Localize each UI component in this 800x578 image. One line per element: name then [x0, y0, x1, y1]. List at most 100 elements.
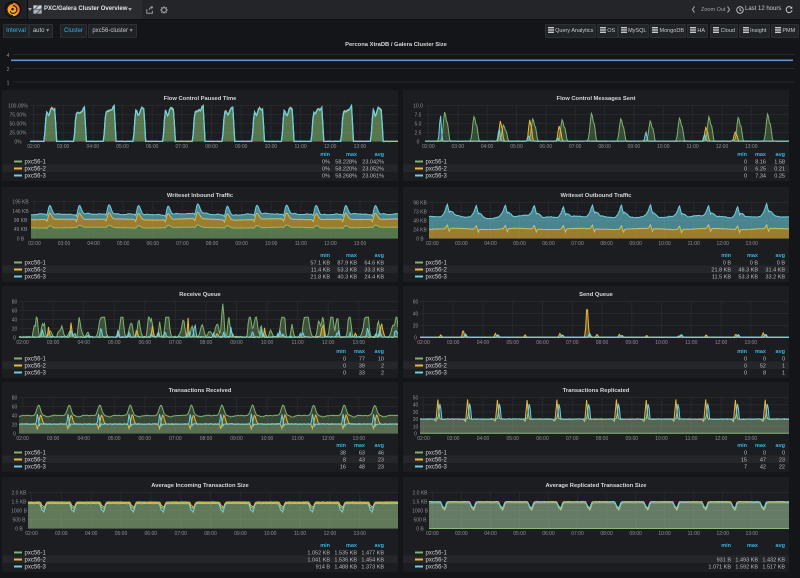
- svg-text:pxc56-1: pxc56-1: [25, 357, 47, 363]
- svg-text:avg: avg: [776, 543, 785, 549]
- svg-text:10:00: 10:00: [658, 531, 671, 537]
- svg-text:pxc56-3: pxc56-3: [25, 465, 47, 471]
- svg-text:0: 0: [417, 140, 420, 146]
- svg-text:1.454 KB: 1.454 KB: [361, 558, 384, 564]
- svg-text:52: 52: [760, 364, 766, 370]
- svg-text:03:00: 03:00: [452, 144, 465, 150]
- svg-text:09:00: 09:00: [626, 340, 639, 346]
- svg-text:1.071 KB: 1.071 KB: [708, 565, 731, 571]
- svg-text:pxc56-1: pxc56-1: [25, 160, 47, 166]
- svg-text:avg: avg: [375, 543, 384, 549]
- svg-text:max: max: [755, 152, 767, 158]
- svg-text:Writeset Inbound Traffic: Writeset Inbound Traffic: [167, 193, 234, 199]
- svg-text:60: 60: [12, 309, 18, 315]
- svg-text:02:00: 02:00: [426, 241, 439, 247]
- svg-text:07:00: 07:00: [566, 340, 579, 346]
- svg-text:48.3 KB: 48.3 KB: [738, 268, 758, 274]
- svg-text:58.228%: 58.228%: [335, 160, 357, 166]
- svg-text:1.5 KB: 1.5 KB: [11, 500, 27, 506]
- svg-text:11:00: 11:00: [688, 531, 700, 537]
- svg-text:09:00: 09:00: [629, 241, 642, 247]
- svg-text:pxc56-2: pxc56-2: [426, 458, 448, 464]
- svg-text:98 KB: 98 KB: [14, 218, 28, 224]
- svg-text:09:00: 09:00: [235, 241, 248, 247]
- svg-text:07:00: 07:00: [176, 144, 189, 150]
- svg-text:0.21: 0.21: [774, 167, 785, 173]
- svg-text:11.4 KB: 11.4 KB: [311, 268, 330, 274]
- svg-text:0: 0: [343, 364, 346, 370]
- svg-text:13:00: 13:00: [745, 531, 758, 537]
- svg-text:02:00: 02:00: [16, 340, 29, 346]
- svg-text:04:00: 04:00: [477, 436, 490, 442]
- svg-text:09:00: 09:00: [230, 436, 243, 442]
- svg-text:6.25: 6.25: [755, 167, 766, 173]
- svg-text:23: 23: [779, 458, 785, 464]
- svg-text:07:00: 07:00: [566, 436, 579, 442]
- svg-text:0 B: 0 B: [15, 527, 23, 533]
- svg-text:11:00: 11:00: [292, 436, 304, 442]
- svg-text:12:00: 12:00: [322, 436, 335, 442]
- svg-text:42: 42: [760, 465, 766, 471]
- svg-text:1: 1: [782, 371, 785, 377]
- svg-text:11:00: 11:00: [292, 340, 304, 346]
- svg-text:10:00: 10:00: [265, 144, 278, 150]
- svg-text:max: max: [747, 253, 759, 259]
- svg-text:13:00: 13:00: [745, 144, 758, 150]
- svg-text:2: 2: [381, 371, 384, 377]
- svg-text:min: min: [737, 152, 747, 158]
- svg-text:max: max: [346, 152, 358, 158]
- svg-text:2.0 KB: 2.0 KB: [412, 491, 428, 497]
- svg-text:10: 10: [378, 357, 384, 363]
- svg-text:10: 10: [413, 424, 419, 430]
- svg-text:pxc56-3: pxc56-3: [426, 174, 448, 180]
- svg-text:Flow Control Messages Sent: Flow Control Messages Sent: [557, 96, 636, 102]
- svg-text:Transactions Replicated: Transactions Replicated: [563, 388, 630, 394]
- svg-text:48: 48: [359, 465, 365, 471]
- svg-text:60: 60: [413, 300, 419, 306]
- svg-text:min: min: [320, 152, 330, 158]
- svg-text:24 KB: 24 KB: [413, 228, 427, 234]
- svg-text:1.493 KB: 1.493 KB: [735, 558, 758, 564]
- svg-text:pxc56-1: pxc56-1: [426, 261, 448, 267]
- svg-text:11:00: 11:00: [685, 340, 697, 346]
- svg-text:max: max: [346, 543, 358, 549]
- svg-text:1.052 KB: 1.052 KB: [307, 551, 330, 557]
- svg-text:max: max: [354, 443, 366, 449]
- svg-text:pxc56-1: pxc56-1: [426, 451, 448, 457]
- svg-text:0%: 0%: [322, 160, 330, 166]
- svg-text:40: 40: [12, 318, 18, 324]
- svg-text:22: 22: [779, 465, 785, 471]
- svg-text:Percona XtraDB / Galera Cluste: Percona XtraDB / Galera Cluster Size: [345, 42, 448, 48]
- svg-text:max: max: [346, 253, 358, 259]
- svg-text:max: max: [755, 349, 767, 355]
- svg-text:03:00: 03:00: [57, 144, 70, 150]
- svg-text:pxc56-2: pxc56-2: [426, 364, 448, 370]
- svg-text:pxc56-2: pxc56-2: [25, 268, 47, 274]
- svg-text:Average Replicated Transaction: Average Replicated Transaction Size: [546, 483, 648, 489]
- svg-text:05:00: 05:00: [510, 144, 523, 150]
- svg-text:64.6 KB: 64.6 KB: [364, 261, 384, 267]
- svg-text:40: 40: [12, 414, 18, 420]
- svg-text:1.041 KB: 1.041 KB: [307, 558, 330, 564]
- svg-text:Average Incoming Transaction S: Average Incoming Transaction Size: [151, 483, 249, 489]
- svg-text:73 KB: 73 KB: [413, 210, 427, 216]
- svg-text:min: min: [336, 443, 346, 449]
- svg-text:06:00: 06:00: [536, 436, 549, 442]
- svg-text:02:00: 02:00: [25, 531, 38, 537]
- svg-text:1.592 KB: 1.592 KB: [735, 565, 758, 571]
- svg-text:pxc56-3: pxc56-3: [25, 174, 47, 180]
- svg-text:02:00: 02:00: [27, 144, 40, 150]
- svg-text:02:00: 02:00: [28, 241, 41, 247]
- svg-text:40: 40: [413, 403, 419, 409]
- svg-text:80: 80: [12, 300, 18, 306]
- svg-text:06:00: 06:00: [139, 340, 152, 346]
- svg-text:08:00: 08:00: [205, 144, 218, 150]
- svg-text:Send Queue: Send Queue: [579, 292, 614, 298]
- svg-text:13:00: 13:00: [745, 340, 758, 346]
- svg-text:1.5 KB: 1.5 KB: [412, 500, 428, 506]
- svg-text:0: 0: [343, 371, 346, 377]
- svg-text:0: 0: [744, 174, 747, 180]
- svg-text:23.061%: 23.061%: [362, 174, 384, 180]
- svg-text:09:00: 09:00: [626, 436, 639, 442]
- svg-text:10:00: 10:00: [265, 241, 278, 247]
